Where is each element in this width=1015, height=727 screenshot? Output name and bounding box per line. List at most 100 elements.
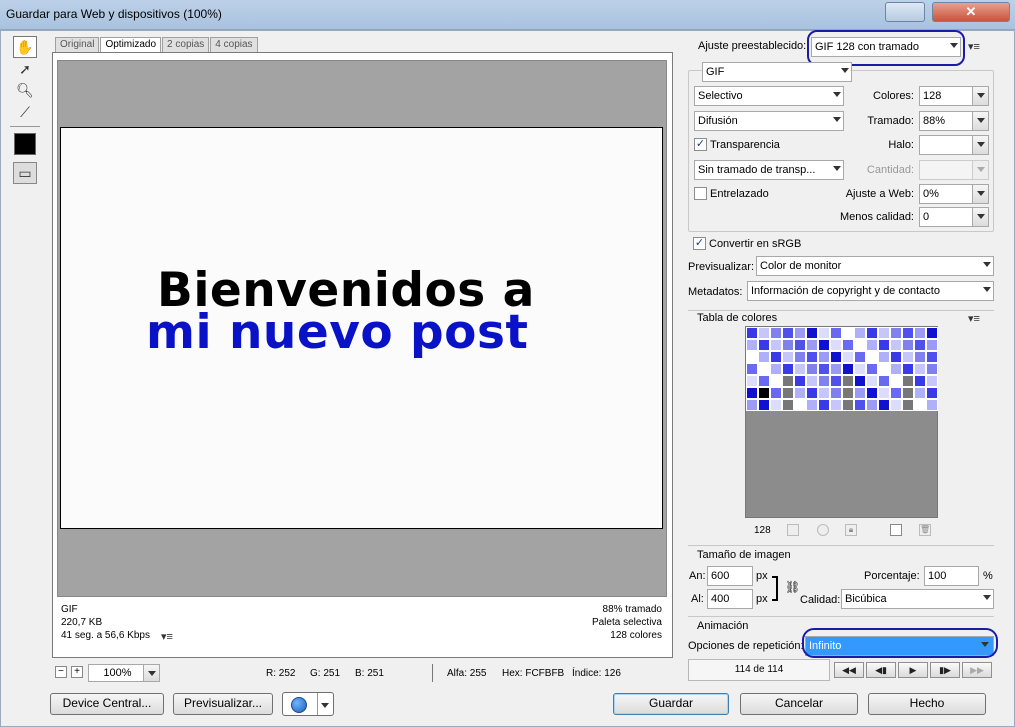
transparency-dither-select[interactable]: Sin tramado de transp... bbox=[694, 160, 844, 180]
toggle-slices-icon[interactable]: ▭ bbox=[13, 162, 37, 184]
metadata-select[interactable]: Información de copyright y de contacto bbox=[747, 281, 994, 301]
width-input[interactable]: 600 bbox=[707, 566, 753, 586]
palette-swatch[interactable] bbox=[890, 375, 902, 387]
palette-swatch[interactable] bbox=[782, 339, 794, 351]
tab-2-up[interactable]: 2 copias bbox=[162, 37, 210, 52]
prev-frame-button[interactable]: ◀▮ bbox=[866, 662, 896, 678]
palette-swatch[interactable] bbox=[818, 387, 830, 399]
palette-swatch[interactable] bbox=[914, 399, 926, 411]
palette-swatch[interactable] bbox=[902, 351, 914, 363]
palette-swatch[interactable] bbox=[890, 339, 902, 351]
palette-swatch[interactable] bbox=[842, 363, 854, 375]
palette-swatch[interactable] bbox=[926, 387, 938, 399]
palette-swatch[interactable] bbox=[770, 327, 782, 339]
palette-swatch[interactable] bbox=[854, 387, 866, 399]
first-frame-button[interactable]: ◀◀ bbox=[834, 662, 864, 678]
palette-swatch[interactable] bbox=[914, 351, 926, 363]
palette-swatch[interactable] bbox=[854, 327, 866, 339]
lock-color-icon[interactable]: 🔒︎ bbox=[845, 524, 857, 536]
palette-swatch[interactable] bbox=[842, 339, 854, 351]
palette-swatch[interactable] bbox=[866, 387, 878, 399]
palette-swatch[interactable] bbox=[830, 363, 842, 375]
palette-swatch[interactable] bbox=[926, 327, 938, 339]
palette-swatch[interactable] bbox=[866, 363, 878, 375]
palette-swatch[interactable] bbox=[914, 327, 926, 339]
palette-swatch[interactable] bbox=[782, 363, 794, 375]
quality-select[interactable]: Bicúbica bbox=[841, 589, 994, 609]
palette-swatch[interactable] bbox=[902, 375, 914, 387]
trash-icon[interactable]: 🗑︎ bbox=[919, 524, 931, 536]
palette-swatch[interactable] bbox=[902, 327, 914, 339]
palette-swatch[interactable] bbox=[782, 399, 794, 411]
close-button[interactable]: ✕ bbox=[932, 2, 1010, 22]
palette-swatch[interactable] bbox=[926, 375, 938, 387]
palette-swatch[interactable] bbox=[878, 327, 890, 339]
palette-swatch[interactable] bbox=[854, 363, 866, 375]
palette-swatch[interactable] bbox=[794, 327, 806, 339]
palette-swatch[interactable] bbox=[878, 387, 890, 399]
new-color-icon[interactable] bbox=[890, 524, 902, 536]
palette-swatch[interactable] bbox=[890, 327, 902, 339]
palette-swatch[interactable] bbox=[758, 339, 770, 351]
palette-swatch[interactable] bbox=[794, 351, 806, 363]
palette-swatch[interactable] bbox=[902, 339, 914, 351]
palette-swatch[interactable] bbox=[746, 327, 758, 339]
web-shift-icon[interactable] bbox=[787, 524, 799, 536]
palette-swatch[interactable] bbox=[830, 399, 842, 411]
palette-swatch[interactable] bbox=[866, 339, 878, 351]
zoom-out-button[interactable]: − bbox=[55, 666, 67, 678]
palette-swatch[interactable] bbox=[818, 363, 830, 375]
palette-swatch[interactable] bbox=[782, 375, 794, 387]
dither-input[interactable]: 88% bbox=[919, 111, 989, 131]
palette-swatch[interactable] bbox=[818, 351, 830, 363]
save-button[interactable]: Guardar bbox=[613, 693, 729, 715]
zoom-in-button[interactable]: + bbox=[71, 666, 83, 678]
lossy-input[interactable]: 0 bbox=[919, 207, 989, 227]
palette-swatch[interactable] bbox=[806, 339, 818, 351]
palette-swatch[interactable] bbox=[758, 327, 770, 339]
palette-swatch[interactable] bbox=[866, 375, 878, 387]
zoom-tool-icon[interactable]: 🔍︎ bbox=[13, 79, 37, 101]
transparency-checkbox[interactable]: ✓ bbox=[694, 138, 707, 151]
palette-swatch[interactable] bbox=[794, 363, 806, 375]
palette-swatch[interactable] bbox=[770, 375, 782, 387]
palette-swatch[interactable] bbox=[926, 339, 938, 351]
palette-swatch[interactable] bbox=[842, 387, 854, 399]
palette-swatch[interactable] bbox=[878, 399, 890, 411]
palette-swatch[interactable] bbox=[854, 399, 866, 411]
palette-swatch[interactable] bbox=[902, 399, 914, 411]
web-snap-input[interactable]: 0% bbox=[919, 184, 989, 204]
palette-swatch[interactable] bbox=[866, 327, 878, 339]
download-speed-menu-icon[interactable]: ▾≡ bbox=[161, 630, 173, 643]
convert-srgb-checkbox[interactable]: ✓ bbox=[693, 237, 706, 250]
palette-swatch[interactable] bbox=[914, 375, 926, 387]
palette-swatch[interactable] bbox=[794, 339, 806, 351]
color-table[interactable] bbox=[745, 326, 938, 518]
device-central-button[interactable]: Device Central... bbox=[50, 693, 164, 715]
palette-swatch[interactable] bbox=[914, 363, 926, 375]
color-table-menu-icon[interactable]: ▾≡ bbox=[968, 312, 980, 325]
palette-swatch[interactable] bbox=[746, 339, 758, 351]
palette-swatch[interactable] bbox=[926, 363, 938, 375]
web-safe-icon[interactable] bbox=[817, 524, 829, 536]
palette-swatch[interactable] bbox=[770, 351, 782, 363]
palette-swatch[interactable] bbox=[842, 375, 854, 387]
palette-swatch[interactable] bbox=[866, 399, 878, 411]
height-input[interactable]: 400 bbox=[707, 589, 753, 609]
palette-swatch[interactable] bbox=[926, 399, 938, 411]
slice-select-tool-icon[interactable]: ➚ bbox=[13, 58, 37, 80]
palette-swatch[interactable] bbox=[806, 327, 818, 339]
chain-link-icon[interactable]: ⛓ bbox=[785, 580, 800, 594]
palette-swatch[interactable] bbox=[842, 399, 854, 411]
palette-swatch[interactable] bbox=[806, 387, 818, 399]
palette-swatch[interactable] bbox=[854, 351, 866, 363]
palette-swatch[interactable] bbox=[878, 339, 890, 351]
palette-swatch[interactable] bbox=[830, 375, 842, 387]
palette-swatch[interactable] bbox=[770, 363, 782, 375]
palette-swatch[interactable] bbox=[914, 339, 926, 351]
palette-swatch[interactable] bbox=[902, 387, 914, 399]
colors-input[interactable]: 128 bbox=[919, 86, 989, 106]
tab-4-up[interactable]: 4 copias bbox=[210, 37, 258, 52]
browser-preview-select[interactable] bbox=[282, 692, 334, 716]
palette-swatch[interactable] bbox=[830, 387, 842, 399]
